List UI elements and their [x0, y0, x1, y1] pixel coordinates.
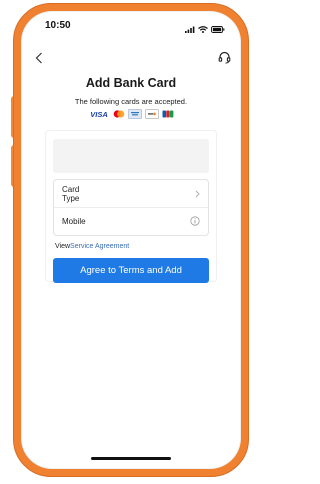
add-card-panel: Card Type Mobile ViewService Agreement A… — [45, 130, 217, 283]
battery-icon — [211, 20, 225, 38]
status-time: 10:50 — [45, 20, 71, 31]
card-type-label-line1: Card — [62, 184, 80, 194]
screen: 10:50 Add Bank Card The following cards … — [21, 11, 241, 469]
amex-logo — [128, 109, 142, 119]
page-subtitle: The following cards are accepted. — [74, 97, 188, 106]
home-indicator[interactable] — [91, 457, 171, 460]
status-icons — [185, 20, 225, 38]
signal-icon — [185, 20, 195, 38]
service-agreement: ViewService Agreement — [55, 243, 129, 250]
page-title: Add Bank Card — [85, 76, 177, 90]
phone-frame: 10:50 Add Bank Card The following cards … — [13, 3, 249, 477]
agree-and-add-button[interactable]: Agree to Terms and Add — [53, 258, 209, 283]
jcb-logo — [162, 110, 174, 118]
chevron-left-icon[interactable] — [35, 51, 43, 69]
device-mockup: 10:50 Add Bank Card The following cards … — [0, 0, 251, 484]
agreement-prefix: View — [55, 243, 71, 250]
card-type-row[interactable]: Card Type — [54, 180, 208, 208]
service-agreement-link[interactable]: Service Agreement — [70, 243, 129, 250]
visa-logo: VISA — [90, 109, 108, 119]
mobile-label: Mobile — [62, 216, 86, 226]
card-type-label: Card Type — [62, 185, 84, 203]
nav-bar — [21, 47, 241, 71]
card-details-form: Card Type Mobile — [53, 179, 209, 236]
chevron-right-icon — [195, 190, 200, 198]
discover-logo — [145, 109, 159, 119]
mobile-row[interactable]: Mobile — [54, 208, 208, 234]
card-number-input[interactable] — [53, 139, 209, 173]
status-bar: 10:50 — [21, 11, 241, 39]
info-icon[interactable] — [190, 216, 200, 226]
accepted-card-logos: VISA — [21, 109, 241, 119]
wifi-icon — [198, 20, 208, 38]
headset-icon[interactable] — [218, 51, 231, 69]
card-type-label-line2: Type — [62, 193, 80, 203]
mastercard-logo — [113, 110, 125, 118]
